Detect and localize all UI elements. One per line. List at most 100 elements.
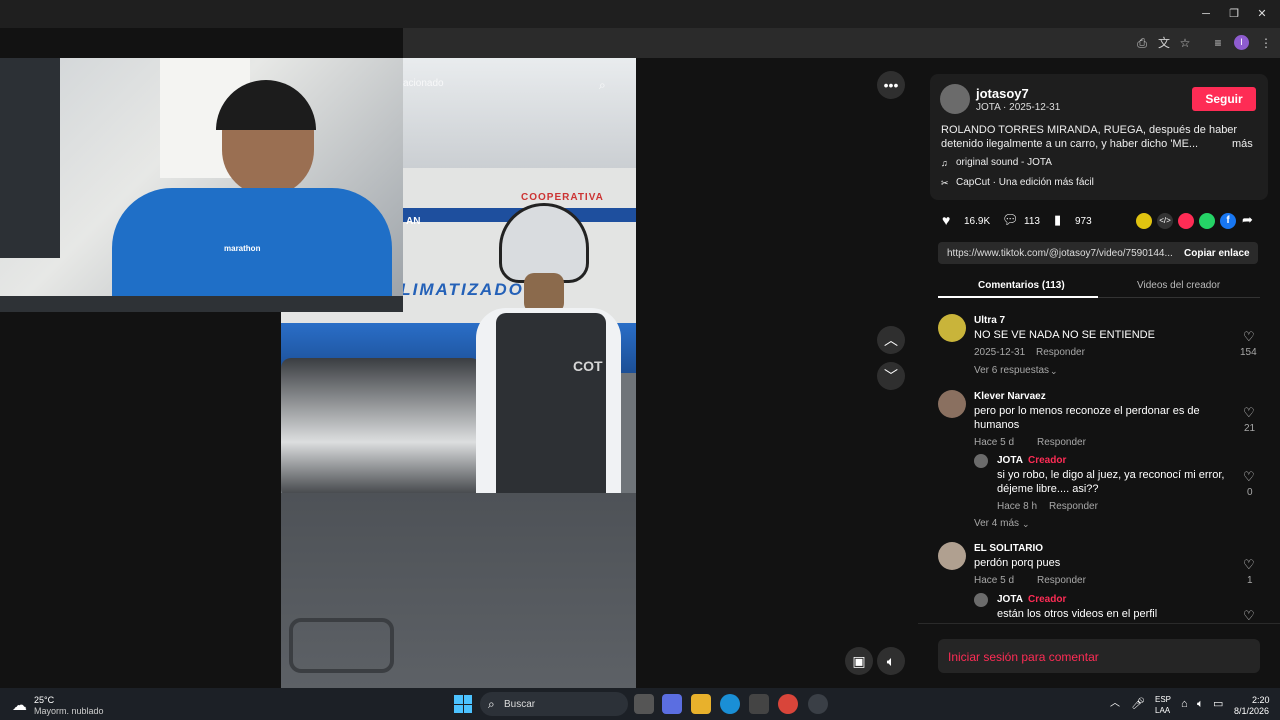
commenter-avatar[interactable] xyxy=(938,314,966,342)
comment-date: Hace 5 d xyxy=(974,575,1015,586)
search-icon: ⌕ xyxy=(488,697,495,711)
task-view-icon[interactable] xyxy=(634,694,654,714)
reply-text-line2: déjeme libre.... asi?? xyxy=(997,483,1099,495)
chevron-down-icon[interactable]: ⌄ xyxy=(1050,364,1058,378)
commenter-avatar[interactable] xyxy=(938,390,966,418)
clock-date[interactable]: 8/1/2026 xyxy=(1234,704,1269,718)
comments-count: 113 xyxy=(1024,216,1040,227)
bus-name-text: COOPERATIVA xyxy=(521,192,604,203)
music-note-icon: ♫ xyxy=(941,158,948,168)
search-icon[interactable]: ⌕ xyxy=(599,78,606,93)
chevron-down-icon[interactable]: ⌄ xyxy=(1022,517,1030,531)
capcut-icon: ✂ xyxy=(941,178,949,188)
comment-text: perdón porq pues xyxy=(974,557,1061,569)
taskbar-search-box[interactable] xyxy=(480,692,628,716)
copilot-icon[interactable] xyxy=(662,694,682,714)
login-to-comment-text[interactable]: Iniciar sesión para comentar xyxy=(948,650,1099,664)
reply-button[interactable]: Responder xyxy=(1037,436,1086,450)
reply-button[interactable]: Responder xyxy=(1037,574,1086,588)
comment-username[interactable]: EL SOLITARIO xyxy=(974,542,1043,556)
close-icon[interactable]: ✕ xyxy=(1252,6,1272,22)
reply-button[interactable]: Responder xyxy=(1049,500,1098,514)
commenter-avatar[interactable] xyxy=(938,542,966,570)
comment-likes: 21 xyxy=(1244,423,1256,434)
weather-icon[interactable]: ☁ xyxy=(12,696,27,714)
reply-likes: 0 xyxy=(1247,487,1253,498)
sound-name[interactable]: original sound - JOTA xyxy=(956,156,1052,170)
taskbar-search-label: Buscar xyxy=(504,699,536,710)
webcam-overlay: marathon xyxy=(0,58,403,312)
bookmark-icon[interactable]: ▮ xyxy=(1054,212,1061,228)
active-tab-indicator xyxy=(938,296,1098,298)
reply-separator: · xyxy=(1017,594,1021,605)
keyboard-layout[interactable]: LAA xyxy=(1155,704,1170,718)
microphone-icon[interactable]: 🎤︎ xyxy=(1131,697,1145,711)
chevron-up-icon[interactable]: ︿ xyxy=(1110,697,1120,711)
follow-button[interactable]: Seguir xyxy=(1192,87,1256,111)
comment-username[interactable]: Ultra 7 xyxy=(974,314,1005,328)
send-icon[interactable] xyxy=(1178,213,1194,229)
more-link[interactable]: más xyxy=(1232,137,1253,151)
embed-icon[interactable]: </> xyxy=(1157,213,1173,229)
pip-icon[interactable]: ▣ xyxy=(845,647,873,675)
reply-button[interactable]: Responder xyxy=(1036,346,1085,360)
comment-likes: 154 xyxy=(1240,347,1257,358)
bus-logo-text: CLIMATIZADO xyxy=(386,280,524,299)
description-line2: detenido ilegalmente a un carro, y haber… xyxy=(941,138,1199,150)
chrome-icon[interactable] xyxy=(778,694,798,714)
comment-text: NO SE VE NADA NO SE ENTIENDE xyxy=(974,329,1155,341)
share-icon[interactable]: ➦ xyxy=(1242,212,1253,228)
comment-username[interactable]: Klever Narvaez xyxy=(974,390,1046,404)
profile-avatar[interactable]: I xyxy=(1234,35,1249,50)
copy-link-button[interactable]: Copiar enlace xyxy=(1184,247,1250,261)
tab-comments[interactable]: Comentarios (113) xyxy=(978,279,1065,293)
more-options-icon[interactable]: ••• xyxy=(877,71,905,99)
previous-video-icon[interactable]: ︿ xyxy=(877,326,905,354)
comment-text-line1: pero por lo menos reconoze el perdonar e… xyxy=(974,405,1200,417)
bookmark-star-icon[interactable]: ☆ xyxy=(1177,35,1193,51)
comment-like-icon[interactable]: ♡ xyxy=(1243,329,1255,345)
tab-creator-videos[interactable]: Videos del creador xyxy=(1137,279,1220,293)
helmet-image xyxy=(499,203,589,283)
creator-username[interactable]: jotasoy7 xyxy=(976,86,1029,101)
file-explorer-icon[interactable] xyxy=(691,694,711,714)
video-link[interactable]: https://www.tiktok.com/@jotasoy7/video/7… xyxy=(947,247,1172,261)
next-video-icon[interactable]: ﹀ xyxy=(877,362,905,390)
reply-like-icon[interactable]: ♡ xyxy=(1243,469,1255,485)
creator-avatar-small[interactable] xyxy=(974,454,988,468)
edge-icon[interactable] xyxy=(720,694,740,714)
facebook-icon[interactable]: f xyxy=(1220,213,1236,229)
view-more-button[interactable]: Ver 4 más xyxy=(974,517,1019,531)
creator-avatar[interactable] xyxy=(940,84,970,114)
shirt-brand-text: marathon xyxy=(224,244,261,253)
maximize-icon[interactable]: ❐ xyxy=(1224,6,1244,22)
store-icon[interactable] xyxy=(749,694,769,714)
likes-count: 16.9K xyxy=(964,216,991,227)
network-icon[interactable]: ⌂ xyxy=(1181,697,1188,711)
door-handle-image xyxy=(289,618,394,673)
motorcycle-image xyxy=(281,358,481,498)
minimize-icon[interactable]: ─ xyxy=(1196,6,1216,22)
coin-icon[interactable] xyxy=(1136,213,1152,229)
volume-icon[interactable]: 🔈︎ xyxy=(877,647,905,675)
browser-menu-icon[interactable]: ⋮ xyxy=(1258,35,1274,51)
media-control-icon[interactable]: ≡ xyxy=(1210,35,1226,51)
view-replies-button[interactable]: Ver 6 respuestas xyxy=(974,364,1049,378)
comment-icon[interactable]: 💬︎ xyxy=(1002,212,1019,228)
badge-text: COT xyxy=(573,358,603,374)
windows-start-icon[interactable] xyxy=(454,695,472,713)
speaker-icon[interactable]: 🔈︎ xyxy=(1197,697,1204,711)
creator-avatar-small[interactable] xyxy=(974,593,988,607)
like-icon[interactable]: ♥ xyxy=(942,212,950,228)
whatsapp-icon[interactable] xyxy=(1199,213,1215,229)
comment-like-icon[interactable]: ♡ xyxy=(1243,557,1255,573)
battery-icon[interactable]: ▭ xyxy=(1213,697,1223,711)
obs-icon[interactable] xyxy=(808,694,828,714)
translate-icon[interactable]: 文 xyxy=(1156,35,1172,51)
reply-date: Hace 8 h xyxy=(997,501,1038,512)
reply-like-icon[interactable]: ♡ xyxy=(1243,608,1255,624)
install-app-icon[interactable]: ⎙ xyxy=(1134,35,1150,51)
weather-desc[interactable]: Mayorm. nublado xyxy=(34,704,104,718)
comment-like-icon[interactable]: ♡ xyxy=(1243,405,1255,421)
capcut-label[interactable]: CapCut · Una edición más fácil xyxy=(956,176,1094,190)
